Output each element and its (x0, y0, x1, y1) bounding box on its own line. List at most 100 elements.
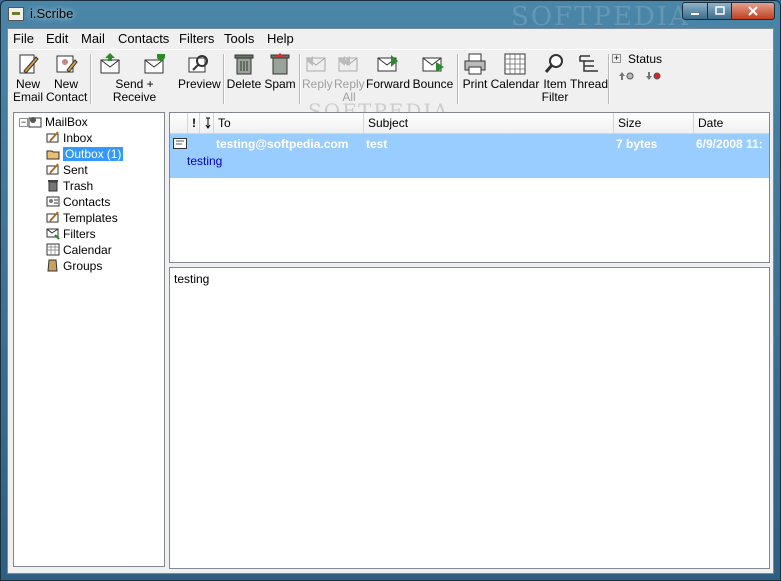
row-size: 7 bytes (616, 137, 658, 151)
toolbar-separator (299, 54, 301, 104)
maximize-button[interactable] (707, 2, 732, 20)
row-subject: test (366, 137, 388, 151)
toolbar-separator (223, 54, 225, 104)
send-icon (100, 53, 120, 74)
trash-folder-icon (48, 180, 58, 192)
download-status-icon (646, 72, 661, 80)
forward-button[interactable]: Forward (366, 52, 410, 91)
toolbar-separator (457, 54, 459, 104)
reply-button[interactable]: Reply (302, 52, 333, 91)
row-preview: testing (187, 154, 223, 168)
folder-filters[interactable]: Filters (46, 227, 96, 242)
title-bar[interactable]: i.Scribe SOFTPEDIA (1, 1, 780, 32)
header-attachment[interactable] (200, 113, 214, 133)
maximize-icon (714, 6, 725, 15)
groups-icon (47, 259, 58, 272)
print-button[interactable]: Print (460, 52, 490, 91)
folder-calendar[interactable]: Calendar (46, 243, 112, 258)
forward-icon (377, 55, 398, 72)
thread-button[interactable]: Thread (570, 52, 608, 91)
status-label: Status (628, 52, 663, 66)
status-expander[interactable]: + (612, 54, 621, 63)
close-button[interactable] (731, 2, 775, 20)
new-contact-icon (56, 55, 78, 73)
window-title: i.Scribe (30, 6, 74, 21)
client-area: File Edit Mail Contacts Filters Tools He… (7, 28, 774, 574)
menu-mail[interactable]: Mail (81, 31, 105, 46)
magnifier-icon (544, 54, 563, 73)
menu-help[interactable]: Help (267, 31, 294, 46)
header-icon-col[interactable] (170, 113, 188, 133)
row-date: 6/9/2008 11: (696, 137, 763, 151)
calendar-icon (504, 53, 526, 75)
trash-icon (234, 54, 254, 75)
tree-root-mailbox[interactable]: MailBox (28, 115, 88, 130)
header-priority[interactable]: ! (188, 113, 200, 133)
preview-icon (188, 55, 208, 73)
calendar-folder-icon (46, 243, 60, 256)
message-list: ! To Subject Size Date testing@softpedia… (169, 112, 770, 263)
preview-button[interactable]: Preview (178, 52, 221, 91)
bounce-icon (422, 57, 444, 72)
folder-templates[interactable]: Templates (46, 211, 118, 226)
menu-tools[interactable]: Tools (224, 31, 254, 46)
folder-trash[interactable]: Trash (46, 179, 93, 194)
upload-status-icon (619, 72, 634, 80)
list-header: ! To Subject Size Date (170, 113, 769, 134)
menu-filters[interactable]: Filters (179, 31, 214, 46)
outbox-count: (1) (106, 147, 122, 161)
contacts-icon (46, 196, 60, 207)
menu-file[interactable]: File (13, 31, 34, 46)
attachment-icon (205, 117, 211, 129)
close-icon (748, 6, 758, 16)
app-window: i.Scribe SOFTPEDIA File Edit Mail Contac… (0, 0, 781, 581)
spam-icon (270, 53, 290, 75)
new-contact-button[interactable]: New Contact (46, 52, 87, 104)
folder-inbox[interactable]: Inbox (46, 131, 92, 146)
send-receive-button[interactable]: Send + Receive (93, 52, 176, 104)
new-email-icon (19, 54, 39, 74)
folder-outbox[interactable]: Outbox (1) (46, 147, 124, 162)
reply-icon (306, 56, 326, 72)
status-panel: + Status (610, 52, 670, 104)
delete-button[interactable]: Delete (226, 52, 262, 91)
new-email-button[interactable]: New Email (12, 52, 44, 104)
menu-contacts[interactable]: Contacts (118, 31, 169, 46)
filters-icon (46, 228, 60, 240)
item-filter-button[interactable]: Item Filter (540, 52, 570, 104)
header-to[interactable]: To (214, 113, 364, 133)
minimize-button[interactable] (682, 2, 708, 20)
templates-icon (46, 211, 59, 223)
outbox-selected-label: Outbox (1) (63, 147, 124, 161)
folder-groups[interactable]: Groups (46, 259, 102, 274)
menu-edit[interactable]: Edit (46, 31, 68, 46)
reply-all-icon (338, 56, 358, 72)
menu-bar: File Edit Mail Contacts Filters Tools He… (8, 29, 773, 48)
row-to: testing@softpedia.com (216, 137, 349, 151)
bounce-button[interactable]: Bounce (412, 52, 454, 91)
message-status-icon (173, 138, 187, 149)
folder-contacts[interactable]: Contacts (46, 195, 110, 210)
calendar-button[interactable]: Calendar (490, 52, 540, 91)
spam-button[interactable]: Spam (264, 52, 296, 91)
receive-icon (144, 54, 165, 74)
folder-tree: − MailBox Inbox Outbox (1) Sent Trash Con… (13, 112, 165, 567)
reply-all-button[interactable]: Reply All (334, 52, 365, 104)
table-row[interactable]: testing@softpedia.com test 7 bytes 6/9/2… (170, 134, 769, 178)
header-date[interactable]: Date (694, 113, 769, 133)
thread-icon (579, 55, 598, 72)
header-size[interactable]: Size (614, 113, 694, 133)
preview-body: testing (174, 272, 210, 286)
header-subject[interactable]: Subject (364, 113, 614, 133)
folder-sent[interactable]: Sent (46, 163, 88, 178)
tree-collapse-toggle[interactable]: − (19, 118, 28, 127)
mailbox-icon (28, 117, 42, 128)
inbox-icon (46, 131, 59, 143)
toolbar-separator (90, 54, 92, 104)
print-icon (464, 53, 486, 75)
preview-pane[interactable]: testing (169, 267, 770, 569)
outbox-icon (46, 150, 60, 160)
app-icon[interactable] (8, 7, 24, 21)
sent-icon (46, 163, 59, 175)
minimize-icon (691, 13, 699, 15)
